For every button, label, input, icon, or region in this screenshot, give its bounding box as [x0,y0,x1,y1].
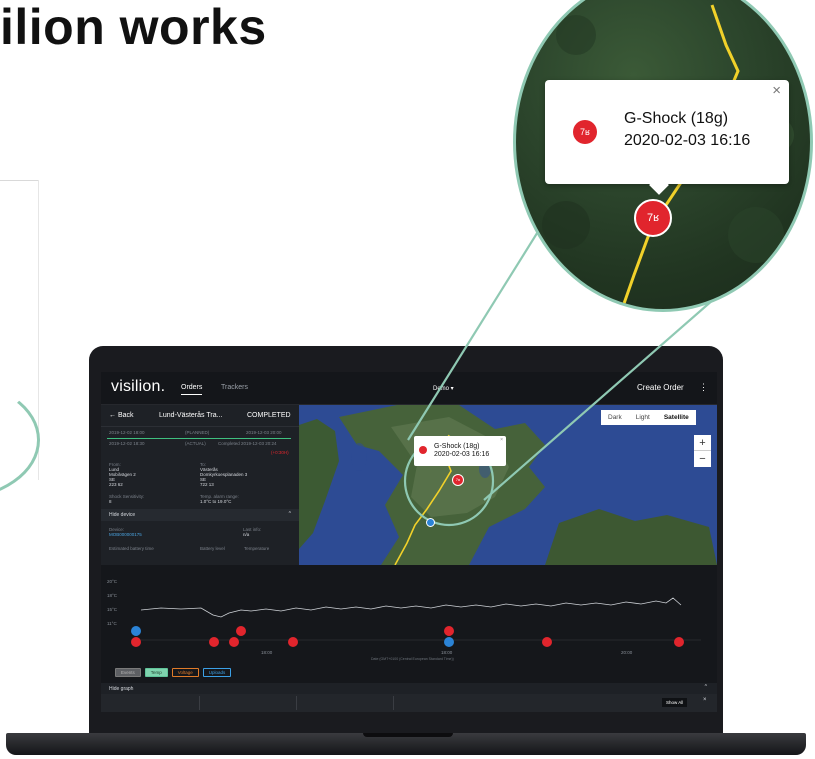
shock-marker[interactable]: 7ʁ [634,199,672,237]
battery-level-label: Battery level [200,546,225,551]
zoom-in-button[interactable]: + [694,435,711,451]
planned-end: 2019-12-03 20:00 [246,430,282,435]
battery-time-label: Estimated battery time [109,546,154,551]
planned-row: 2019-12-02 18:00 (PLANNED) 2019-12-03 20… [101,427,299,438]
map-style-toggle: Dark Light Satellite [601,410,696,425]
shock-label: Shock Sensitivity: [109,494,145,499]
divider [393,696,394,710]
popup-time: 2020-02-03 16:16 [624,132,751,149]
shock-icon: 7ʁ [573,120,597,144]
bottom-toolbar: Show All × [101,694,717,712]
hide-graph-toggle[interactable]: Hide graph [109,686,133,692]
tab-trackers[interactable]: Trackers [221,384,248,391]
last-info-value: n/a [243,532,250,537]
order-header: ← Back Lund-Västerås Tra... COMPLETED [101,405,299,427]
status-badge: COMPLETED [247,412,291,419]
shock-event-icon[interactable] [236,626,246,636]
from-line: 223 62 [109,482,123,487]
more-menu-icon[interactable]: ⋮ [699,382,708,393]
alarm-event-icon[interactable] [131,637,141,647]
temperature-line-plot [131,597,701,641]
legend-temp[interactable]: Temp [144,668,168,677]
headline: ilion works [0,0,267,55]
upload-event-icon[interactable] [131,626,141,636]
actual-end: Completed 2019-12-03 20:24 [218,441,277,446]
shock-icon [419,446,427,454]
actual-start: 2019-12-02 18:30 [109,441,145,446]
satellite-map[interactable]: Dark Light Satellite + − G-Shock (18g) 2… [299,405,717,565]
map-terrain [299,405,717,565]
device-link[interactable]: MOB000000175 [109,532,142,538]
toggle-dark[interactable]: Dark [601,410,629,425]
shock-event-icon[interactable] [288,637,298,647]
temp-range-value: 1.0°C to 19.0°C [200,499,232,504]
event-popup: G-Shock (18g) 2020-02-03 16:16 × [414,436,506,466]
delay-badge: (+0:30H) [271,450,289,455]
brand-logo[interactable]: visilion. [111,378,165,396]
alarm-event-icon[interactable] [674,637,684,647]
graph-legend: Events Temp Voltage Uploads [115,668,232,677]
x-tick: 18:00 [261,650,273,655]
temperature-label: Temperature [244,546,270,551]
chevron-up-icon: ^ [288,511,291,517]
event-popup-large: × 7ʁ G-Shock (18g) 2020-02-03 16:16 [545,80,789,195]
alarm-event-icon[interactable] [229,637,239,647]
tab-orders[interactable]: Orders [181,384,203,395]
to-line: 722 13 [200,482,214,487]
shock-value: 8 [109,499,112,504]
x-axis-title: Date (GMT+0100 (Central European Standar… [371,657,454,661]
zoom-control: + − [694,435,711,467]
show-all-button[interactable]: Show All [662,698,688,707]
temperature-series [140,597,682,618]
hide-device-toggle[interactable]: Hide device ^ [101,509,299,521]
divider [199,696,200,710]
magnifier-bubble: × 7ʁ G-Shock (18g) 2020-02-03 16:16 7ʁ [513,0,813,312]
divider [0,180,38,181]
legend-uploads[interactable]: Uploads [202,668,232,677]
planned-start: 2019-12-02 18:00 [109,430,145,435]
order-title: Lund-Västerås Tra... [159,412,223,419]
chevron-up-icon[interactable]: ^ [705,684,707,690]
shock-event-icon[interactable] [542,637,552,647]
upload-event-icon[interactable] [444,637,454,647]
temperature-graph: 20°C 18°C 15°C 11°C 18:00 18:00 20:00 Da… [101,565,717,683]
app-navbar: visilion. Orders Trackers Demo ▾ Create … [101,372,717,405]
legend-voltage[interactable]: Voltage [171,668,199,677]
create-order-button[interactable]: Create Order [637,383,684,392]
x-tick: 18:00 [441,650,453,655]
laptop-notch [363,733,453,737]
decorative-ring [0,380,40,500]
back-button[interactable]: ← Back [109,412,134,419]
hide-device-label: Hide device [109,512,136,518]
popup-title: G-Shock (18g) [434,443,480,450]
zoom-out-button[interactable]: − [694,451,711,467]
demo-dropdown[interactable]: Demo ▾ [433,385,454,392]
shock-event-icon[interactable] [209,637,219,647]
toggle-satellite[interactable]: Satellite [657,410,696,425]
actual-row: 2019-12-02 18:30 (ACTUAL) Completed 2019… [101,438,299,449]
popup-title: G-Shock (18g) [624,110,729,127]
legend-events[interactable]: Events [115,668,141,677]
planned-label: (PLANNED) [185,430,210,435]
close-icon[interactable]: × [500,437,503,443]
divider [296,696,297,710]
laptop-screen: visilion. Orders Trackers Demo ▾ Create … [101,372,717,712]
shock-marker[interactable]: 7ʁ [452,474,464,486]
order-detail-panel: ← Back Lund-Västerås Tra... COMPLETED 20… [101,405,299,565]
actual-label: (ACTUAL) [185,441,206,446]
to-line: Domkyrkoesplanaden 3 [200,472,248,477]
x-tick: 20:00 [621,650,633,655]
popup-time: 2020-02-03 16:16 [434,451,490,458]
shock-event-icon[interactable] [444,626,454,636]
promo-stage: ilion works visilion. Orders Trackers De… [0,0,815,759]
upload-marker[interactable] [426,518,435,527]
toggle-light[interactable]: Light [629,410,657,425]
graph-footer: Hide graph ^ Show All × [101,683,717,712]
close-icon[interactable]: × [703,697,707,703]
close-icon[interactable]: × [772,82,781,99]
